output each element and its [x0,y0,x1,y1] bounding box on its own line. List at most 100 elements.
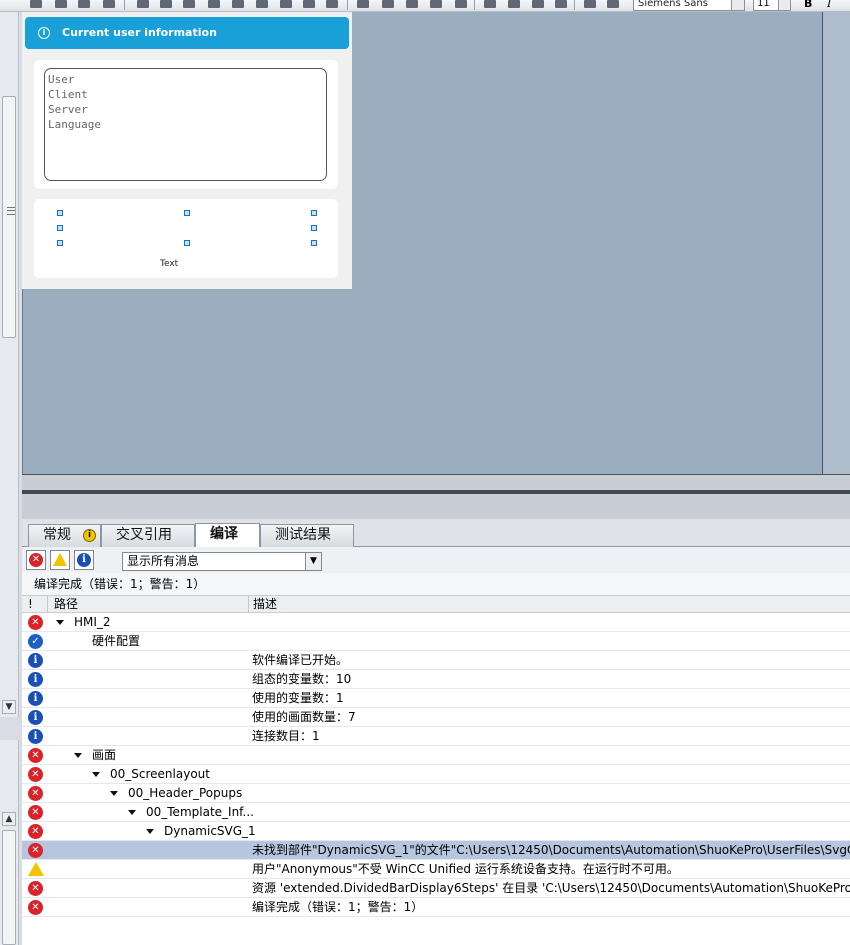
filter-warnings-button[interactable] [50,550,70,570]
list-item: User [48,73,75,86]
chevron-down-icon[interactable] [731,0,744,10]
expand-toggle-icon[interactable] [74,753,82,758]
table-row[interactable]: i 软件编译已开始。 [22,651,850,670]
italic-button[interactable]: I [827,0,831,10]
size-icon[interactable] [406,0,418,8]
tab-test-results[interactable]: 测试结果 [260,524,354,547]
selection-handle[interactable] [311,210,317,216]
rotate-icon[interactable] [584,0,596,8]
selection-handle[interactable] [184,240,190,246]
size-icon[interactable] [430,0,442,8]
table-row[interactable]: ✕ DynamicSVG_1 [22,822,850,841]
align-bottom-icon[interactable] [256,0,268,8]
table-row[interactable]: ✕ 编译完成（错误：1；警告：1） [22,898,850,917]
table-row-selected[interactable]: ✕ 未找到部件"DynamicSVG_1"的文件"C:\Users\12450\… [22,841,850,860]
expand-toggle-icon[interactable] [92,772,100,777]
table-row[interactable]: ✕ 00_Screenlayout [22,765,850,784]
table-row[interactable]: ✕ 00_Template_Inf... [22,803,850,822]
tool-icon[interactable] [55,0,67,8]
row-description: 组态的变量数：10 [252,672,352,686]
align-left-icon[interactable] [137,0,149,8]
table-row[interactable]: ✓ 硬件配置 [22,632,850,651]
filter-info-button[interactable]: i [74,550,94,570]
align-right-icon[interactable] [183,0,195,8]
row-path: 00_Header_Popups [128,786,243,800]
row-path: DynamicSVG_1 [164,824,256,838]
expand-toggle-icon[interactable] [56,620,64,625]
scrollbar-thumb[interactable] [2,96,16,338]
tab-cross-reference[interactable]: 交叉引用 [101,524,195,547]
vertical-scrollbar[interactable]: ▼ [0,12,19,717]
error-icon: ✕ [28,881,43,896]
table-row[interactable]: ✕ 00_Header_Popups [22,784,850,803]
selection-handle[interactable] [311,225,317,231]
column-header-description[interactable]: 描述 [253,596,277,613]
column-header-severity[interactable]: ! [28,596,33,613]
align-center-icon[interactable] [160,0,172,8]
distribute-icon[interactable] [280,0,292,8]
error-icon: ✕ [28,843,43,858]
scrollbar-thumb[interactable] [2,830,16,945]
column-header-path[interactable]: 路径 [54,596,78,613]
chevron-down-icon[interactable]: ▼ [305,553,321,570]
distribute-icon[interactable] [326,0,338,8]
scroll-down-button[interactable]: ▼ [2,700,16,714]
table-row[interactable]: ✕ 资源 'extended.DividedBarDisplay6Steps' … [22,879,850,898]
user-info-header[interactable]: i Current user information [25,17,349,49]
vertical-scrollbar-lower[interactable]: ▲ [0,740,19,945]
row-description: 连接数目：1 [252,729,320,743]
filter-errors-button[interactable]: ✕ [26,550,46,570]
row-description: 使用的画面数量：7 [252,710,356,724]
warning-icon [28,862,44,876]
scroll-up-button[interactable]: ▲ [2,812,16,826]
message-filter-select[interactable]: 显示所有消息 ▼ [122,552,322,571]
layer-icon[interactable] [484,0,496,8]
table-row[interactable]: i 组态的变量数：10 [22,670,850,689]
align-middle-icon[interactable] [232,0,244,8]
font-family-value: Siemens Sans [638,0,708,9]
table-row[interactable]: i 使用的变量数：1 [22,689,850,708]
layer-icon[interactable] [508,0,520,8]
font-size-select[interactable]: 11 [753,0,791,11]
column-divider[interactable] [248,596,249,613]
tool-icon[interactable] [30,0,42,8]
column-divider[interactable] [47,596,48,613]
table-row[interactable]: 用户"Anonymous"不受 WinCC Unified 运行系统设备支持。在… [22,860,850,879]
table-row[interactable]: i 使用的画面数量：7 [22,708,850,727]
distribute-icon[interactable] [303,0,315,8]
splitter-bar[interactable] [22,490,850,494]
table-row[interactable]: ✕ 画面 [22,746,850,765]
row-path: 00_Screenlayout [110,767,210,781]
tool-icon[interactable] [78,0,90,8]
selection-handle[interactable] [311,240,317,246]
info-icon: i [28,729,43,744]
table-row[interactable]: ✕ HMI_2 [22,613,850,632]
expand-toggle-icon[interactable] [146,829,154,834]
info-badge-icon: i [83,529,96,542]
formatting-toolbar: Siemens Sans 11 B I [0,0,850,12]
selection-handle[interactable] [57,210,63,216]
flip-icon[interactable] [607,0,619,8]
selection-handle[interactable] [184,210,190,216]
selection-handle[interactable] [57,225,63,231]
selection-handle[interactable] [57,240,63,246]
align-top-icon[interactable] [208,0,220,8]
layer-icon[interactable] [555,0,567,8]
user-info-listbox[interactable]: User Client Server Language [44,68,327,181]
toolbar-separator [124,0,125,10]
expand-toggle-icon[interactable] [110,791,118,796]
chevron-down-icon[interactable] [778,0,790,10]
tab-general[interactable]: 常规 i [28,524,101,547]
list-item: Client [48,88,88,101]
bold-button[interactable]: B [804,0,812,10]
size-icon[interactable] [357,0,369,8]
tab-compile[interactable]: 编译 [195,523,260,547]
layer-icon[interactable] [532,0,544,8]
size-icon[interactable] [382,0,394,8]
tool-icon[interactable] [103,0,115,8]
size-icon[interactable] [455,0,467,8]
inspector-splitter[interactable] [22,474,850,519]
table-row[interactable]: i 连接数目：1 [22,727,850,746]
font-family-select[interactable]: Siemens Sans [633,0,745,11]
expand-toggle-icon[interactable] [128,810,136,815]
